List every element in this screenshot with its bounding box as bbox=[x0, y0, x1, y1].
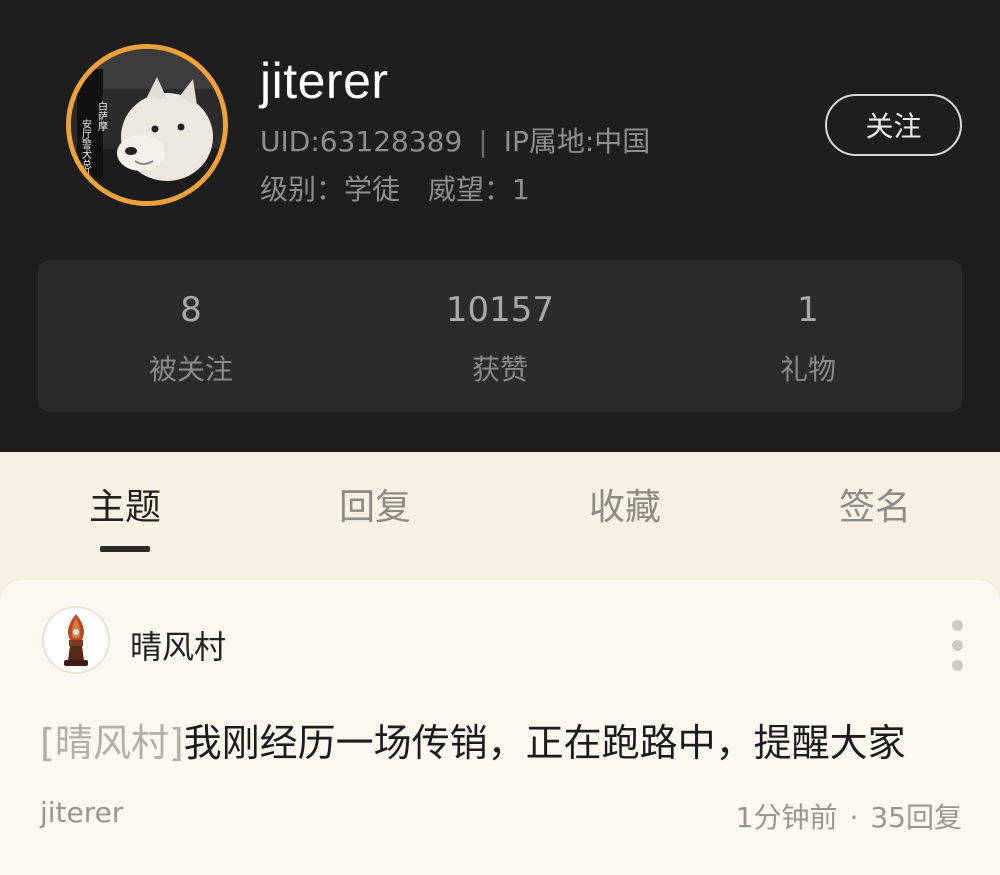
post-author[interactable]: jiterer bbox=[40, 796, 123, 829]
prestige-label: 威望：1 bbox=[428, 173, 530, 206]
more-options-icon[interactable] bbox=[945, 620, 969, 672]
stat-label: 被关注 bbox=[148, 353, 233, 386]
level-line: 级别：学徒 威望：1 bbox=[260, 168, 530, 208]
tab-replies[interactable]: 回复 bbox=[295, 478, 455, 530]
username: jiterer bbox=[260, 53, 389, 109]
divider: | bbox=[478, 125, 488, 158]
avatar-text-a: 安厅警犬总队党员 bbox=[80, 118, 92, 200]
post-tag: [晴风村] bbox=[40, 721, 184, 765]
tab-topics[interactable]: 主题 bbox=[45, 478, 205, 530]
post-meta: 1分钟前 · 35回复 bbox=[735, 801, 962, 834]
tab-signature[interactable]: 签名 bbox=[795, 478, 955, 530]
forum-name[interactable]: 晴风村 bbox=[130, 622, 226, 668]
level-label: 级别：学徒 bbox=[260, 173, 401, 206]
follow-button[interactable]: 关注 bbox=[825, 94, 962, 156]
post-title[interactable]: [晴风村]我刚经历一场传销，正在跑路中，提醒大家 bbox=[40, 712, 906, 767]
active-tab-indicator bbox=[100, 546, 150, 552]
samoyed-avatar-icon: 安厅警犬总队党员 白萨摩 bbox=[71, 49, 223, 201]
post-title-text: 我刚经历一场传销，正在跑路中，提醒大家 bbox=[183, 721, 906, 765]
ip-location: IP属地:中国 bbox=[503, 125, 651, 158]
post-time: 1分钟前 bbox=[735, 801, 838, 834]
uid-line: UID:63128389 | IP属地:中国 bbox=[260, 120, 650, 160]
stat-value: 10157 bbox=[445, 290, 555, 330]
avatar[interactable]: 安厅警犬总队党员 白萨摩 bbox=[66, 44, 228, 206]
post-replies: 35回复 bbox=[870, 801, 962, 834]
stat-value: 8 bbox=[180, 290, 202, 330]
stat-label: 礼物 bbox=[779, 353, 836, 386]
tab-favorites[interactable]: 收藏 bbox=[545, 478, 705, 530]
stat-label: 获赞 bbox=[471, 353, 528, 386]
tab-bar: 主题 回复 收藏 签名 bbox=[0, 452, 1000, 554]
avatar-text-b: 白萨摩 bbox=[96, 100, 108, 132]
stats-panel: 8 被关注 10157 获赞 1 礼物 bbox=[38, 260, 962, 412]
uid: UID:63128389 bbox=[260, 125, 463, 158]
stat-value: 1 bbox=[797, 290, 819, 330]
profile-header: 安厅警犬总队党员 白萨摩 jiterer UID:63128389 | IP属地:中… bbox=[0, 0, 1000, 452]
pen-nib-forum-icon[interactable] bbox=[42, 606, 110, 674]
